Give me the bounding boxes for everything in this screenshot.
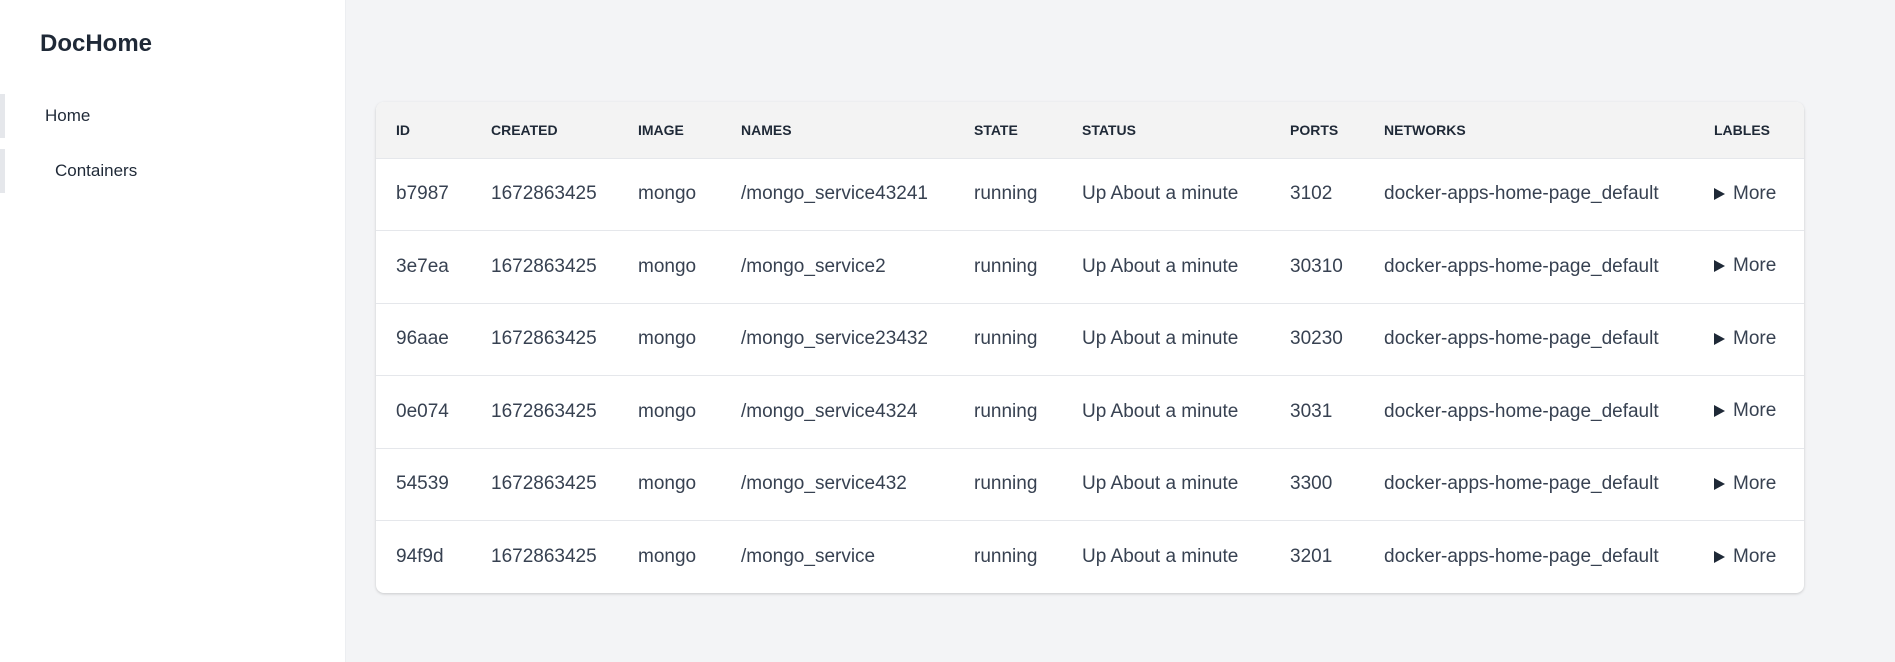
cell-ports: 3300: [1290, 473, 1333, 495]
more-label: More: [1733, 182, 1777, 204]
table-row: 94f9d 1672863425 mongo /mongo_service ru…: [376, 520, 1804, 594]
containers-table-card: ID CREATED IMAGE NAMES STATE STATUS PORT…: [376, 102, 1804, 593]
cell-networks: docker-apps-home-page_default: [1384, 328, 1659, 350]
cell-names: /mongo_service2: [741, 255, 886, 277]
table-row: b7987 1672863425 mongo /mongo_service432…: [376, 158, 1804, 231]
cell-status: Up About a minute: [1082, 473, 1239, 495]
cell-created: 1672863425: [491, 473, 597, 495]
cell-created: 1672863425: [491, 183, 597, 205]
cell-image: mongo: [638, 546, 697, 567]
cell-ports: 30230: [1290, 328, 1343, 350]
cell-id: 96aae: [396, 328, 449, 350]
cell-names: /mongo_service23432: [741, 328, 928, 350]
triangle-right-icon: [1714, 260, 1725, 273]
cell-names: /mongo_service432: [741, 473, 907, 495]
labels-more-toggle[interactable]: More: [1714, 255, 1776, 277]
labels-more-toggle[interactable]: More: [1714, 400, 1776, 422]
column-header-ports[interactable]: PORTS: [1270, 102, 1364, 158]
cell-labels: More: [1694, 231, 1804, 304]
cell-labels: More: [1694, 376, 1804, 449]
cell-created: 1672863425: [491, 546, 597, 567]
more-label: More: [1733, 327, 1777, 349]
more-label: More: [1733, 472, 1777, 494]
cell-state: running: [974, 328, 1038, 350]
triangle-right-icon: [1714, 187, 1725, 200]
cell-networks: docker-apps-home-page_default: [1384, 255, 1659, 277]
column-header-id[interactable]: ID: [376, 102, 471, 158]
cell-networks: docker-apps-home-page_default: [1384, 400, 1659, 422]
triangle-right-icon: [1714, 332, 1725, 345]
cell-names: /mongo_service43241: [741, 183, 928, 205]
cell-labels: More: [1694, 158, 1804, 231]
cell-state: running: [974, 183, 1038, 205]
sidebar-item-containers[interactable]: Containers: [0, 149, 346, 193]
triangle-right-icon: [1714, 550, 1725, 563]
cell-created: 1672863425: [491, 400, 597, 422]
table-row: 3e7ea 1672863425 mongo /mongo_service2 r…: [376, 230, 1804, 304]
more-label: More: [1733, 255, 1777, 277]
triangle-right-icon: [1714, 477, 1725, 490]
cell-ports: 3102: [1290, 183, 1333, 205]
cell-id: 0e074: [396, 400, 449, 422]
more-label: More: [1733, 400, 1777, 422]
main-content: ID CREATED IMAGE NAMES STATE STATUS PORT…: [346, 0, 1895, 662]
cell-networks: docker-apps-home-page_default: [1384, 546, 1659, 567]
cell-image: mongo: [638, 328, 697, 350]
cell-created: 1672863425: [491, 328, 597, 350]
cell-ports: 3031: [1290, 400, 1333, 422]
sidebar-item-home[interactable]: Home: [0, 94, 346, 138]
table-header-row: ID CREATED IMAGE NAMES STATE STATUS PORT…: [376, 102, 1804, 158]
labels-more-toggle[interactable]: More: [1714, 183, 1776, 205]
cell-state: running: [974, 473, 1038, 495]
cell-status: Up About a minute: [1082, 328, 1239, 350]
cell-status: Up About a minute: [1082, 400, 1239, 422]
cell-id: 94f9d: [396, 546, 444, 567]
cell-networks: docker-apps-home-page_default: [1384, 473, 1659, 495]
table-row: 96aae 1672863425 mongo /mongo_service234…: [376, 303, 1804, 376]
table-row: 0e074 1672863425 mongo /mongo_service432…: [376, 375, 1804, 449]
labels-more-toggle[interactable]: More: [1714, 328, 1776, 350]
app-root: DocHome Home Containers ID CREATED IMAGE…: [0, 0, 1895, 662]
sidebar: DocHome Home Containers: [0, 0, 346, 662]
cell-created: 1672863425: [491, 255, 597, 277]
cell-image: mongo: [638, 183, 697, 205]
column-header-networks[interactable]: NETWORKS: [1364, 102, 1694, 158]
cell-id: b7987: [396, 183, 449, 205]
sidebar-item-label: Home: [45, 106, 91, 125]
cell-state: running: [974, 255, 1038, 277]
labels-more-toggle[interactable]: More: [1714, 546, 1776, 568]
cell-id: 3e7ea: [396, 255, 449, 277]
cell-names: /mongo_service: [741, 546, 876, 567]
sidebar-item-label: Containers: [55, 161, 138, 180]
cell-ports: 30310: [1290, 255, 1343, 277]
labels-more-toggle[interactable]: More: [1714, 473, 1776, 495]
cell-status: Up About a minute: [1082, 255, 1239, 277]
containers-table: ID CREATED IMAGE NAMES STATE STATUS PORT…: [376, 102, 1804, 593]
brand-title: DocHome: [40, 30, 153, 57]
cell-image: mongo: [638, 473, 697, 495]
column-header-state[interactable]: STATE: [954, 102, 1062, 158]
cell-status: Up About a minute: [1082, 183, 1239, 205]
cell-labels: More: [1694, 448, 1804, 521]
column-header-status[interactable]: STATUS: [1062, 102, 1270, 158]
column-header-image[interactable]: IMAGE: [618, 102, 721, 158]
cell-networks: docker-apps-home-page_default: [1384, 183, 1659, 205]
column-header-created[interactable]: CREATED: [471, 102, 618, 158]
triangle-right-icon: [1714, 405, 1725, 418]
cell-ports: 3201: [1290, 546, 1333, 567]
cell-names: /mongo_service4324: [741, 400, 918, 422]
cell-state: running: [974, 546, 1038, 567]
cell-labels: More: [1694, 521, 1804, 594]
cell-image: mongo: [638, 255, 697, 277]
sidebar-nav: Home Containers: [0, 94, 346, 193]
cell-state: running: [974, 400, 1038, 422]
cell-labels: More: [1694, 303, 1804, 376]
cell-status: Up About a minute: [1082, 546, 1239, 567]
more-label: More: [1733, 545, 1777, 567]
column-header-names[interactable]: NAMES: [721, 102, 954, 158]
table-row: 54539 1672863425 mongo /mongo_service432…: [376, 448, 1804, 521]
cell-id: 54539: [396, 473, 449, 495]
column-header-labels[interactable]: LABLES: [1694, 102, 1804, 158]
cell-image: mongo: [638, 400, 697, 422]
